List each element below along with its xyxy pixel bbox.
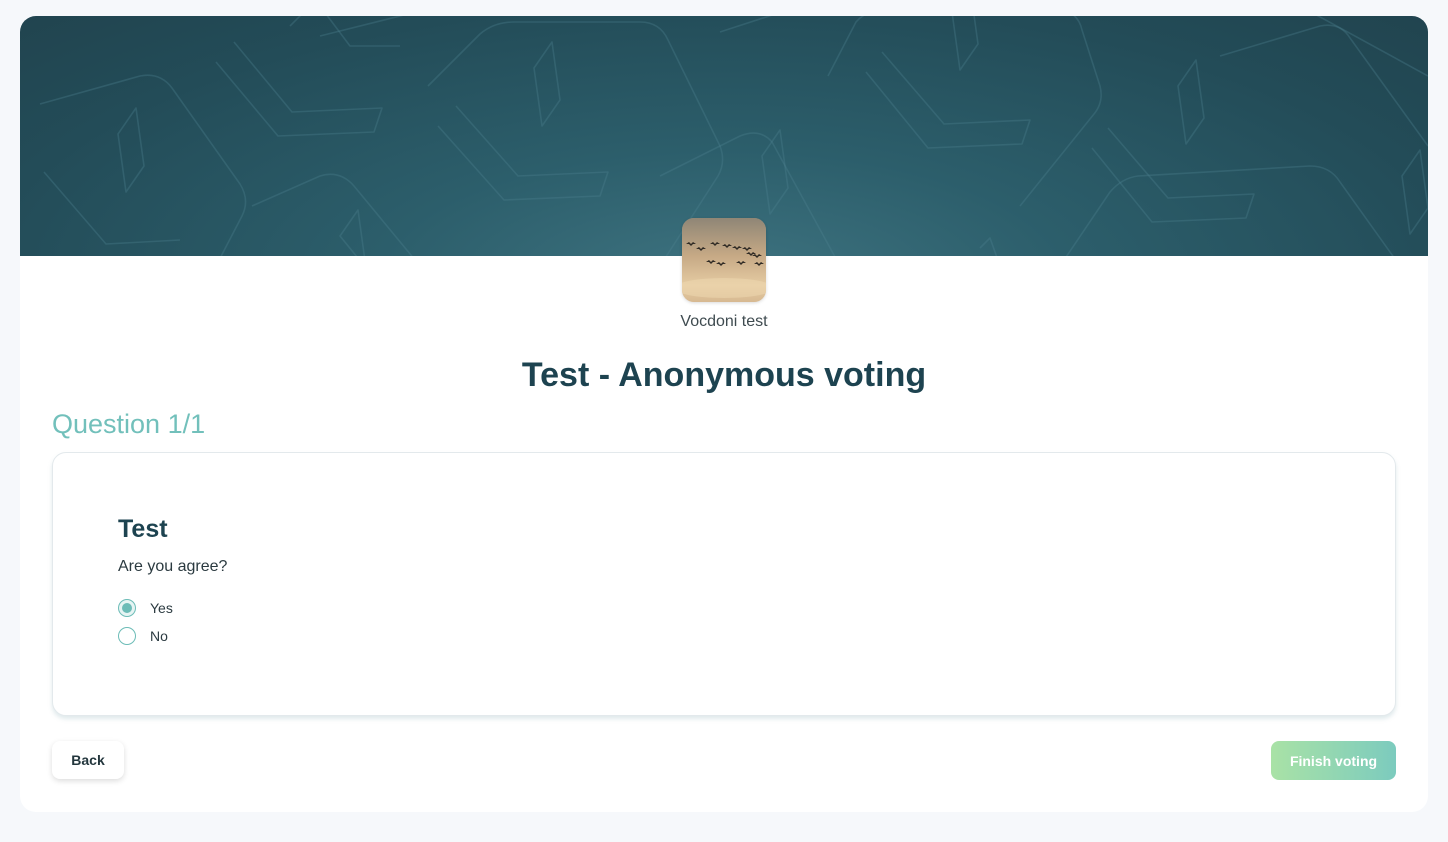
back-button[interactable]: Back (52, 741, 124, 779)
organization-avatar (682, 218, 766, 302)
option-no[interactable]: No (118, 626, 168, 646)
question-description: Are you agree? (118, 558, 228, 575)
election-title: Test - Anonymous voting (521, 356, 927, 394)
voting-card: Vocdoni test Test - Anonymous voting Que… (20, 16, 1428, 812)
finish-voting-button[interactable]: Finish voting (1271, 741, 1396, 780)
organization-name: Vocdoni test (680, 313, 768, 330)
option-yes[interactable]: Yes (118, 598, 173, 618)
question-box: Test Are you agree? Yes No (52, 452, 1396, 716)
birds-flock-photo-icon (682, 218, 766, 302)
option-label: Yes (150, 600, 173, 616)
radio-checked-icon[interactable] (118, 599, 136, 617)
question-counter: Question 1/1 (52, 409, 206, 439)
option-label: No (150, 628, 168, 644)
question-title: Test (118, 515, 168, 543)
radio-unchecked-icon[interactable] (118, 627, 136, 645)
